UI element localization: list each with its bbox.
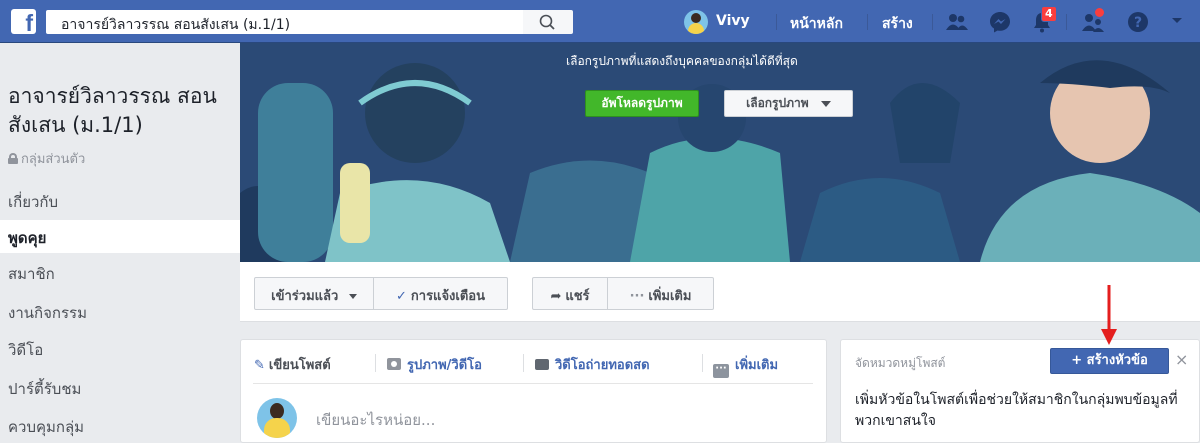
- photo-icon: [387, 358, 401, 370]
- notification-badge: 4: [1041, 6, 1057, 22]
- share-button[interactable]: ➦ แชร์: [532, 277, 608, 310]
- groups-red-dot: [1095, 8, 1104, 17]
- sidebar-item-about[interactable]: เกี่ยวกับ: [0, 184, 240, 217]
- joined-button[interactable]: เข้าร่วมแล้ว: [254, 277, 374, 310]
- group-cover-photo: เลือกรูปภาพที่แสดงถึงบุคคลของกลุ่มได้ดีท…: [240, 43, 1200, 262]
- user-avatar: [257, 398, 297, 438]
- search-input[interactable]: อาจารย์วิลาวรรณ สอนสังเสน (ม.1/1): [46, 10, 523, 34]
- privacy-label: กลุ่มส่วนตัว: [21, 152, 86, 167]
- more-options-icon: ···: [713, 364, 729, 378]
- divider: [932, 14, 933, 30]
- cover-hint-text: เลือกรูปภาพที่แสดงถึงบุคคลของกลุ่มได้ดีท…: [566, 54, 798, 68]
- share-label: แชร์: [565, 289, 590, 304]
- tab-photo-video[interactable]: รูปภาพ/วิดีโอ: [387, 354, 482, 375]
- sidebar-item-discussion[interactable]: พูดคุย: [0, 220, 240, 253]
- user-avatar: [684, 10, 708, 34]
- lock-icon: [8, 153, 18, 164]
- composer-input[interactable]: เขียนอะไรหน่อย...: [316, 408, 435, 432]
- checkmark-icon: ✓: [396, 289, 407, 304]
- photo-video-label: รูปภาพ/วิดีโอ: [407, 358, 482, 373]
- divider: [523, 354, 524, 372]
- group-action-bar: เข้าร่วมแล้ว ✓ การแจ้งเตือน ➦ แชร์ ··· เพิ่…: [240, 262, 1200, 322]
- notifications-button[interactable]: ✓ การแจ้งเตือน: [374, 277, 508, 310]
- divider: [253, 383, 813, 384]
- user-name: Vivy: [716, 13, 750, 29]
- post-composer: ✎ เขียนโพสต์ รูปภาพ/วิดีโอ วิดีโอถ่ายทอดส…: [240, 339, 827, 443]
- live-video-label: วิดีโอถ่ายทอดสด: [555, 358, 650, 373]
- svg-text:?: ?: [1134, 15, 1142, 31]
- video-camera-icon: [535, 359, 549, 370]
- topics-title: จัดหมวดหมู่โพสต์: [855, 356, 946, 370]
- choose-photo-button[interactable]: เลือกรูปภาพ: [724, 90, 853, 117]
- upload-photo-button[interactable]: อัพโหลดรูปภาพ: [585, 90, 699, 117]
- help-icon[interactable]: ?: [1126, 10, 1150, 34]
- facebook-logo-icon[interactable]: f: [11, 9, 36, 36]
- divider: [702, 354, 703, 372]
- divider: [867, 14, 868, 30]
- user-profile-link[interactable]: Vivy: [684, 8, 766, 36]
- more-label: เพิ่มเติม: [648, 289, 692, 304]
- create-topic-button[interactable]: + สร้างหัวข้อ: [1050, 348, 1169, 374]
- more-dots-icon: ···: [629, 289, 645, 304]
- account-menu-chevron-down-icon[interactable]: [1170, 16, 1184, 26]
- sidebar-item-watch-party[interactable]: ปาร์ตี้รับชม: [0, 371, 240, 404]
- notifications-label: การแจ้งเตือน: [410, 289, 485, 304]
- sidebar-item-events[interactable]: งานกิจกรรม: [0, 295, 240, 328]
- search-button[interactable]: [523, 10, 573, 34]
- tab-more[interactable]: ··· เพิ่มเติม: [713, 354, 778, 378]
- caret-down-icon: [820, 100, 831, 107]
- friend-requests-icon[interactable]: [944, 10, 970, 34]
- more-button[interactable]: ··· เพิ่มเติม: [608, 277, 714, 310]
- tab-live-video[interactable]: วิดีโอถ่ายทอดสด: [535, 354, 650, 375]
- top-navigation-bar: f อาจารย์วิลาวรรณ สอนสังเสน (ม.1/1) Vivy…: [0, 0, 1200, 43]
- group-privacy: กลุ่มส่วนตัว: [8, 148, 85, 169]
- joined-label: เข้าร่วมแล้ว: [271, 289, 339, 304]
- home-link[interactable]: หน้าหลัก: [790, 13, 843, 35]
- sidebar-item-videos[interactable]: วิดีโอ: [0, 332, 240, 365]
- group-sidebar: อาจารย์วิลาวรรณ สอนสังเสน (ม.1/1) กลุ่มส…: [0, 43, 240, 443]
- create-link[interactable]: สร้าง: [882, 13, 913, 35]
- write-post-label: เขียนโพสต์: [268, 358, 331, 373]
- divider: [375, 354, 376, 372]
- close-icon[interactable]: ×: [1175, 350, 1188, 369]
- caret-down-icon: [348, 294, 357, 299]
- tab-write-post[interactable]: ✎ เขียนโพสต์: [254, 354, 331, 375]
- post-topics-panel: จัดหมวดหมู่โพสต์ + สร้างหัวข้อ × เพิ่มหั…: [840, 339, 1200, 443]
- group-title[interactable]: อาจารย์วิลาวรรณ สอนสังเสน (ม.1/1): [8, 82, 228, 140]
- choose-photo-label: เลือกรูปภาพ: [746, 96, 809, 110]
- divider: [1066, 14, 1067, 30]
- sidebar-item-members[interactable]: สมาชิก: [0, 256, 240, 289]
- divider: [776, 14, 777, 30]
- cover-illustration: [240, 43, 1200, 262]
- pencil-icon: ✎: [254, 358, 265, 373]
- messenger-icon[interactable]: [988, 10, 1012, 34]
- sidebar-item-group-admin[interactable]: ควบคุมกลุ่ม: [0, 409, 240, 442]
- search-icon: [539, 14, 555, 30]
- red-arrow-annotation-icon: [1101, 285, 1117, 345]
- topics-description: เพิ่มหัวข้อในโพสต์เพื่อช่วยให้สมาชิกในกล…: [855, 392, 1178, 429]
- more-tab-label: เพิ่มเติม: [735, 358, 779, 373]
- share-arrow-icon: ➦: [550, 289, 562, 304]
